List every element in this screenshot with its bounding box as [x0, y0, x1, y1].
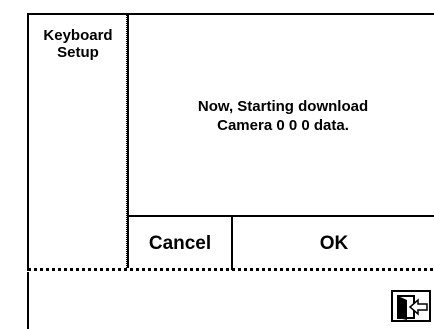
page-title-line1: Keyboard: [43, 27, 113, 44]
page-title-line2: Setup: [57, 44, 99, 61]
exit-door-icon: [397, 295, 428, 320]
page-title: Keyboard Setup: [29, 27, 127, 61]
ok-button[interactable]: OK: [233, 217, 434, 270]
cancel-button[interactable]: Cancel: [129, 217, 233, 270]
dialog-button-row: Cancel OK: [129, 215, 434, 270]
exit-button[interactable]: [391, 290, 431, 322]
side-panel: Keyboard Setup: [27, 13, 127, 268]
keyboard-setup-screen: Keyboard Setup Now, Starting download Ca…: [0, 0, 434, 329]
dotted-separator: [27, 268, 434, 271]
dialog-message-line1: Now, Starting download: [197, 98, 369, 115]
dialog-message: Now, Starting download Camera 0 0 0 data…: [129, 97, 434, 135]
bottom-bar: [27, 272, 434, 329]
dialog-message-line2: Camera 0 0 0 data.: [217, 117, 349, 134]
download-confirm-dialog: Now, Starting download Camera 0 0 0 data…: [126, 13, 434, 270]
